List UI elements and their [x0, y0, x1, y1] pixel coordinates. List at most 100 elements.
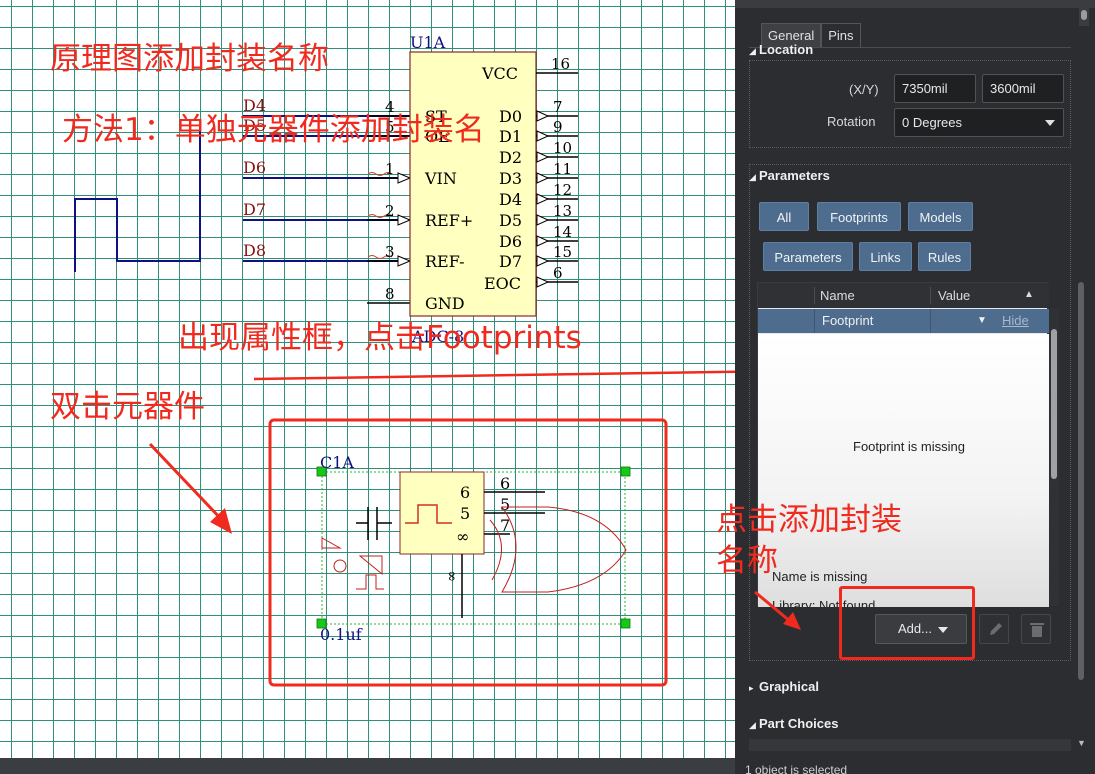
u1-output-arrows	[536, 110, 550, 288]
c1-triangle-symbol	[321, 537, 342, 549]
u1-designator: U1A	[410, 33, 446, 52]
annotation-double-click: 双击元器件	[50, 389, 205, 425]
rotation-label: Rotation	[827, 114, 876, 129]
footprint-row[interactable]: Footprint ▼ Hide	[758, 309, 1049, 333]
status-bar: 1 object is selected	[735, 758, 1095, 774]
svg-text:6: 6	[460, 483, 470, 502]
pencil-icon	[990, 623, 1002, 635]
scroll-down-icon[interactable]: ▼	[1077, 738, 1086, 748]
annotation-click-add-1: 点击添加封装	[716, 502, 902, 538]
hide-link[interactable]: Hide	[1002, 313, 1029, 328]
filter-rules-button[interactable]: Rules	[918, 242, 971, 271]
grid-header: Name Value ▲	[758, 283, 1049, 308]
svg-text:D6: D6	[243, 158, 266, 177]
grid-scrollbar[interactable]	[1049, 309, 1059, 606]
panel-top-strip	[735, 0, 1095, 8]
tab-pins[interactable]: Pins	[821, 23, 861, 47]
svg-text:15: 15	[553, 243, 572, 261]
filter-all-button[interactable]: All	[759, 202, 809, 231]
c1-designator: C1A	[320, 453, 354, 472]
edit-button[interactable]	[979, 614, 1009, 644]
panel-scrollbar[interactable]	[1076, 282, 1086, 682]
u1-input-arrows	[397, 172, 412, 267]
section-graphical-title: Graphical	[759, 679, 819, 694]
trash-icon	[1030, 623, 1044, 637]
svg-text:8: 8	[385, 285, 395, 303]
schematic-canvas[interactable]: U1A ADC-8 VCC 16 ST OE VIN REF+ REF- GND…	[0, 0, 735, 774]
u1-right-pin-numbers: 7 9 10 11 12 13 14 15 6	[553, 98, 572, 282]
filter-links-button[interactable]: Links	[859, 242, 912, 271]
collapse-icon: ◢	[749, 46, 756, 56]
highlight-box-add	[839, 586, 975, 660]
name-missing-text: Name is missing	[772, 569, 868, 584]
x-position-field[interactable]: 7350mil	[894, 74, 976, 103]
svg-text:1: 1	[385, 160, 395, 178]
footprint-row-name: Footprint	[822, 313, 874, 328]
c1-value: 0.1uf	[320, 625, 363, 644]
annotation-property-box: 出现属性框，点击Footprints	[178, 320, 582, 356]
parameters-grid[interactable]: Name Value ▲ Footprint ▼ Hide Footprint …	[757, 282, 1059, 607]
pin-num-vcc: 16	[551, 55, 570, 73]
part-choices-box	[749, 739, 1071, 751]
panel-top-scroll[interactable]	[1079, 8, 1089, 26]
section-part-choices-header[interactable]: ◢ Part Choices	[749, 716, 838, 731]
svg-text:10: 10	[553, 139, 572, 157]
annotation-method: 方法1：单独元器件添加封装名	[62, 112, 485, 148]
c1-body[interactable]	[399, 471, 485, 555]
collapse-icon: ◢	[749, 172, 756, 182]
pin-name-vin: VIN	[424, 169, 457, 188]
pin-name-vcc: VCC	[481, 64, 518, 83]
c1-circle-symbol	[333, 559, 347, 573]
pin-name-refp: REF+	[425, 211, 473, 230]
sort-up-icon[interactable]: ▲	[1024, 289, 1034, 300]
annotation-title: 原理图添加封装名称	[50, 41, 329, 77]
svg-text:12: 12	[553, 181, 572, 199]
svg-text:D7: D7	[499, 252, 522, 271]
annotation-arrow-to-panel	[253, 370, 735, 381]
svg-text:5: 5	[460, 504, 470, 523]
svg-text:9: 9	[553, 118, 563, 136]
svg-text:14: 14	[553, 223, 572, 241]
col-value-header[interactable]: Value	[938, 288, 970, 303]
section-graphical-header[interactable]: ▸ Graphical	[749, 679, 819, 694]
collapse-icon: ◢	[749, 720, 756, 730]
section-parameters-header[interactable]: ◢ Parameters	[749, 168, 830, 183]
footprint-preview: Footprint is missing Name is missing Lib…	[758, 334, 1049, 607]
xy-label: (X/Y)	[849, 82, 879, 97]
svg-text:6: 6	[553, 264, 563, 282]
svg-text:13: 13	[553, 202, 572, 220]
filter-footprints-button[interactable]: Footprints	[817, 202, 901, 231]
svg-text:D0: D0	[499, 107, 522, 126]
y-position-field[interactable]: 3600mil	[982, 74, 1064, 103]
svg-text:D6: D6	[499, 232, 522, 251]
rotation-select[interactable]: 0 Degrees	[894, 108, 1064, 137]
filter-parameters-button[interactable]: Parameters	[763, 242, 853, 271]
section-parameters-title: Parameters	[759, 168, 830, 183]
properties-panel[interactable]: General Pins ◢ Location (X/Y) 7350mil 360…	[735, 0, 1095, 774]
expand-icon: ▸	[749, 683, 754, 693]
annotation-arrow-to-add	[754, 590, 801, 630]
svg-text:D7: D7	[243, 200, 266, 219]
svg-text:EOC: EOC	[484, 274, 521, 293]
filter-models-button[interactable]: Models	[908, 202, 973, 231]
col-name-header[interactable]: Name	[820, 288, 855, 303]
status-text: 1 object is selected	[745, 763, 848, 774]
section-location-title: Location	[759, 42, 814, 57]
svg-text:7: 7	[553, 98, 563, 116]
svg-text:11: 11	[553, 160, 572, 178]
c1-gate-outline	[501, 506, 627, 593]
chevron-down-icon	[1045, 120, 1055, 126]
annotation-arrow-to-component	[148, 442, 232, 534]
svg-text:D8: D8	[243, 241, 266, 260]
canvas-bottom-bar	[0, 758, 735, 774]
pin-name-refn: REF-	[425, 252, 465, 271]
dropdown-icon[interactable]: ▼	[977, 315, 987, 326]
svg-text:3: 3	[385, 243, 395, 261]
svg-text:D5: D5	[499, 211, 522, 230]
section-location-header[interactable]: ◢ Location	[749, 42, 813, 57]
svg-text:D3: D3	[499, 169, 522, 188]
delete-button[interactable]	[1021, 614, 1051, 644]
c1-infinity-rotated: ∞	[444, 570, 460, 582]
svg-text:6: 6	[500, 474, 510, 493]
svg-text:2: 2	[385, 202, 395, 220]
